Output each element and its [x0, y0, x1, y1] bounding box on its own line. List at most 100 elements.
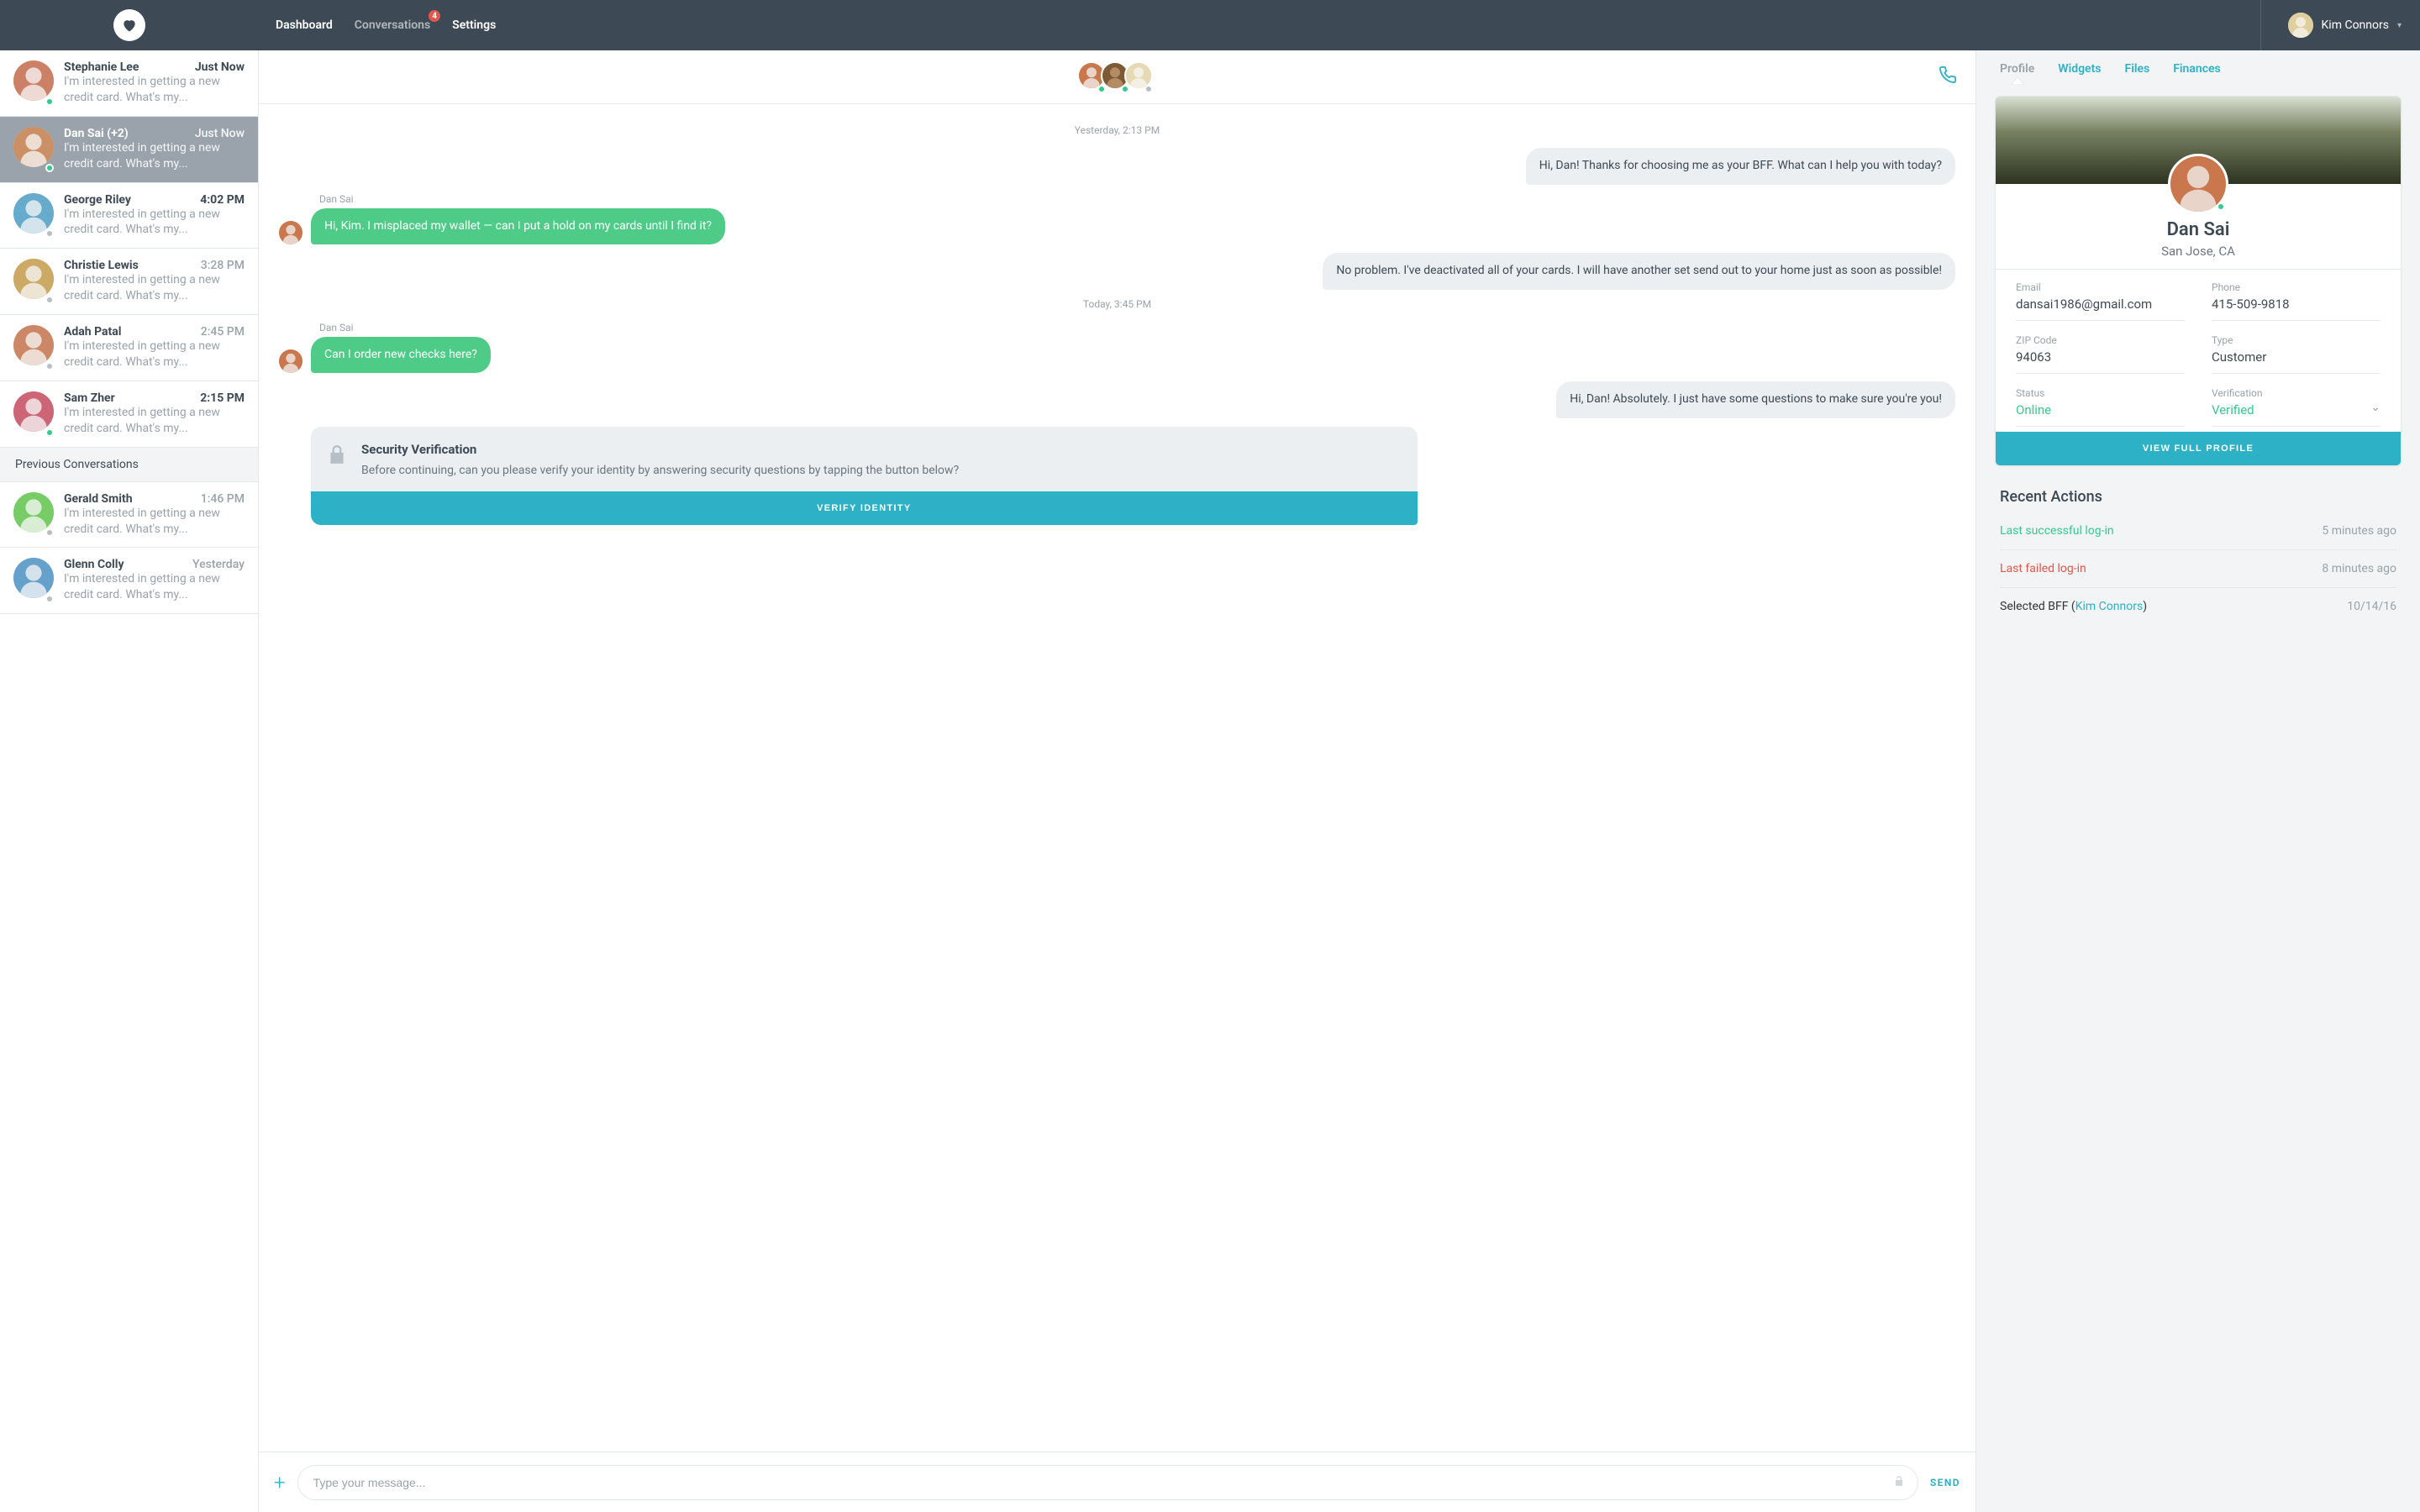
- status-indicator: [45, 296, 54, 304]
- conversation-item[interactable]: Sam Zher 2:15 PMI'm interested in getting…: [0, 381, 258, 448]
- conversation-name: Sam Zher: [64, 391, 115, 405]
- previous-conversations-header: Previous Conversations: [0, 448, 258, 482]
- conversation-name: Gerald Smith: [64, 492, 133, 506]
- nav-dashboard[interactable]: Dashboard: [274, 15, 334, 35]
- conversation-preview: I'm interested in getting a new credit c…: [64, 207, 245, 239]
- field-zip: 94063: [2016, 349, 2185, 365]
- sender-avatar: [279, 221, 302, 244]
- recent-actions-title: Recent Actions: [2000, 488, 2396, 506]
- nav-conversations-label: Conversations: [355, 18, 430, 32]
- field-label: Type: [2212, 334, 2381, 346]
- profile-location: San Jose, CA: [1996, 244, 2401, 259]
- message-user: Hi, Kim. I misplaced my wallet — can I p…: [311, 208, 725, 245]
- status-indicator: [45, 428, 54, 437]
- profile-panel: Profile Widgets Files Finances Dan Sai S…: [1976, 50, 2420, 1512]
- message-agent: No problem. I've deactivated all of your…: [1323, 253, 1955, 290]
- message-agent: Hi, Dan! Thanks for choosing me as your …: [1526, 148, 1955, 185]
- recent-action-row: Last failed log-in 8 minutes ago: [2000, 550, 2396, 588]
- field-label: Status: [2016, 387, 2185, 399]
- conversation-item[interactable]: Christie Lewis 3:28 PMI'm interested in g…: [0, 249, 258, 315]
- conversation-preview: I'm interested in getting a new credit c…: [64, 339, 245, 370]
- conversation-item[interactable]: Gerald Smith 1:46 PMI'm interested in get…: [0, 482, 258, 549]
- conversation-time: 2:15 PM: [200, 391, 245, 405]
- security-verification-card: Security Verification Before continuing,…: [311, 427, 1418, 525]
- lock-icon: [326, 442, 348, 480]
- chat-pane: Yesterday, 2:13 PM Hi, Dan! Thanks for c…: [259, 50, 1976, 1512]
- conversation-time: Yesterday: [192, 558, 245, 571]
- recent-action-row: Selected BFF (Kim Connors) 10/14/16: [2000, 588, 2396, 625]
- conversation-time: 4:02 PM: [200, 193, 245, 207]
- user-name: Kim Connors: [2322, 18, 2389, 32]
- user-menu[interactable]: Kim Connors ▾: [2260, 0, 2420, 50]
- action-time: 8 minutes ago: [2322, 562, 2396, 575]
- conversation-time: Just Now: [195, 60, 245, 74]
- nav-conversations-badge: 4: [429, 10, 440, 22]
- status-indicator: [45, 362, 54, 370]
- action-label: Last successful log-in: [2000, 524, 2114, 538]
- conversation-preview: I'm interested in getting a new credit c…: [64, 506, 245, 538]
- unlock-icon: [1893, 1475, 1905, 1490]
- message-input[interactable]: [297, 1465, 1918, 1500]
- field-status: Online: [2016, 402, 2185, 417]
- conversation-time: 3:28 PM: [201, 259, 245, 272]
- conversation-time: 2:45 PM: [201, 325, 245, 339]
- verify-identity-button[interactable]: VERIFY IDENTITY: [311, 491, 1418, 525]
- add-attachment-button[interactable]: +: [274, 1471, 286, 1494]
- conversation-name: Dan Sai (+2): [64, 127, 129, 140]
- field-label: Verification: [2212, 387, 2381, 399]
- field-label: Phone: [2212, 281, 2381, 293]
- sender-label: Dan Sai: [319, 322, 1955, 333]
- view-full-profile-button[interactable]: VIEW FULL PROFILE: [1996, 432, 2401, 465]
- conversation-time: Just Now: [195, 127, 245, 140]
- top-navbar: Dashboard Conversations 4 Settings Kim C…: [0, 0, 2420, 50]
- conversation-item[interactable]: George Riley 4:02 PMI'm interested in get…: [0, 183, 258, 249]
- status-indicator: [2217, 202, 2225, 211]
- field-email: dansai1986@gmail.com: [2016, 297, 2185, 312]
- conversation-item[interactable]: Adah Patal 2:45 PMI'm interested in getti…: [0, 315, 258, 381]
- nav-conversations[interactable]: Conversations 4: [353, 15, 432, 35]
- conversation-name: Christie Lewis: [64, 259, 139, 272]
- status-indicator: [45, 97, 54, 106]
- tab-finances[interactable]: Finances: [2173, 62, 2221, 84]
- action-time: 10/14/16: [2347, 600, 2396, 613]
- action-label: Selected BFF (Kim Connors): [2000, 600, 2147, 613]
- conversation-item[interactable]: Glenn Colly YesterdayI'm interested in ge…: [0, 548, 258, 614]
- send-button[interactable]: SEND: [1930, 1477, 1960, 1488]
- conversation-name: Glenn Colly: [64, 558, 124, 571]
- status-indicator: [45, 229, 54, 238]
- nav-settings[interactable]: Settings: [450, 15, 497, 35]
- conversation-preview: I'm interested in getting a new credit c…: [64, 571, 245, 603]
- verify-title: Security Verification: [361, 442, 959, 457]
- profile-name: Dan Sai: [1996, 219, 2401, 240]
- conversation-name: George Riley: [64, 193, 131, 207]
- field-verification[interactable]: Verified: [2212, 402, 2381, 417]
- conversation-preview: I'm interested in getting a new credit c…: [64, 405, 245, 437]
- sender-avatar: [279, 349, 302, 373]
- verify-body: Before continuing, can you please verify…: [361, 462, 959, 480]
- field-type: Customer: [2212, 349, 2381, 365]
- message-user: Can I order new checks here?: [311, 337, 491, 374]
- date-separator: Today, 3:45 PM: [279, 298, 1955, 310]
- app-logo: [113, 9, 145, 41]
- call-icon[interactable]: [1939, 66, 1957, 88]
- conversation-preview: I'm interested in getting a new credit c…: [64, 140, 245, 172]
- conversation-time: 1:46 PM: [201, 492, 245, 506]
- chevron-down-icon: ▾: [2397, 21, 2402, 30]
- conversations-sidebar: Stephanie LeeJust NowI'm interested in g…: [0, 50, 259, 1512]
- conversation-preview: I'm interested in getting a new credit c…: [64, 74, 245, 106]
- conversation-item[interactable]: Dan Sai (+2) Just NowI'm interested in ge…: [0, 117, 258, 183]
- field-label: Email: [2016, 281, 2185, 293]
- conversation-item[interactable]: Stephanie Lee Just NowI'm interested in g…: [0, 50, 258, 117]
- date-separator: Yesterday, 2:13 PM: [279, 124, 1955, 136]
- sender-label: Dan Sai: [319, 193, 1955, 205]
- action-label: Last failed log-in: [2000, 562, 2086, 575]
- profile-card: Dan Sai San Jose, CA Email dansai1986@gma…: [1995, 96, 2402, 466]
- conversation-preview: I'm interested in getting a new credit c…: [64, 272, 245, 304]
- conversation-name: Stephanie Lee: [64, 60, 139, 74]
- bff-link[interactable]: Kim Connors: [2075, 600, 2143, 613]
- conversation-name: Adah Patal: [64, 325, 121, 339]
- tab-files[interactable]: Files: [2125, 62, 2150, 84]
- message-agent: Hi, Dan! Absolutely. I just have some qu…: [1556, 381, 1955, 418]
- tab-widgets[interactable]: Widgets: [2058, 62, 2101, 84]
- field-label: ZIP Code: [2016, 334, 2185, 346]
